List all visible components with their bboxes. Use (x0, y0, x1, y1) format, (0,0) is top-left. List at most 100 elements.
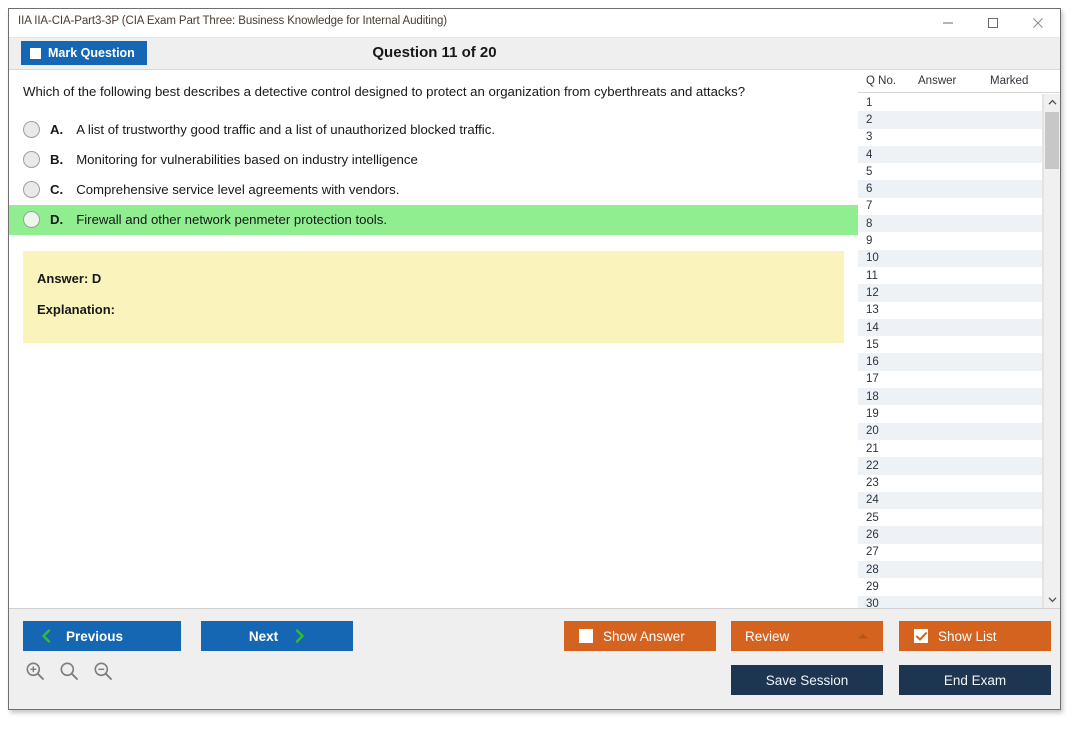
close-icon (1032, 18, 1043, 28)
scrollbar-thumb[interactable] (1045, 112, 1059, 169)
show-list-button[interactable]: Show List (899, 621, 1051, 651)
row-question-number: 8 (866, 217, 873, 230)
row-question-number: 13 (866, 304, 879, 317)
show-answer-checkbox[interactable] (579, 629, 593, 643)
question-list-row[interactable]: 12 (858, 284, 1042, 302)
option-d-letter: D. (50, 212, 64, 228)
question-list-row[interactable]: 17 (858, 371, 1042, 388)
exam-content: Which of the following best describes a … (9, 70, 1060, 608)
row-question-number: 10 (866, 252, 879, 265)
exam-footer: Previous Next Show Answer Review Show Li… (9, 608, 1060, 709)
question-list-row[interactable]: 20 (858, 422, 1042, 440)
option-b-letter: B. (50, 152, 64, 168)
option-b[interactable]: B. Monitoring for vulnerabilities based … (9, 145, 858, 175)
row-question-number: 14 (866, 321, 879, 334)
question-list-row[interactable]: 7 (858, 198, 1042, 215)
radio-d[interactable] (23, 211, 40, 229)
row-question-number: 4 (866, 148, 873, 161)
question-list-row[interactable]: 9 (858, 232, 1042, 249)
row-question-number: 22 (866, 459, 879, 472)
question-list-row[interactable]: 1 (858, 94, 1042, 111)
review-dropdown[interactable]: Review (731, 621, 883, 651)
row-question-number: 20 (866, 425, 879, 438)
question-list-row[interactable]: 29 (858, 578, 1042, 595)
row-question-number: 26 (866, 529, 879, 542)
chevron-left-icon (42, 629, 51, 643)
zoom-in-icon[interactable] (25, 661, 45, 681)
row-question-number: 6 (866, 183, 873, 196)
row-question-number: 3 (866, 131, 873, 144)
question-list-row[interactable]: 16 (858, 353, 1042, 371)
question-list-row[interactable]: 26 (858, 526, 1042, 544)
row-question-number: 27 (866, 546, 879, 559)
question-list-row[interactable]: 14 (858, 318, 1042, 337)
show-list-checkbox[interactable] (914, 629, 928, 643)
close-button[interactable] (1015, 9, 1060, 37)
question-list-row[interactable]: 11 (858, 267, 1042, 284)
show-answer-button[interactable]: Show Answer (564, 621, 716, 651)
question-list-row[interactable]: 24 (858, 491, 1042, 510)
question-text: Which of the following best describes a … (23, 84, 746, 99)
question-list-row[interactable]: 10 (858, 249, 1042, 267)
row-question-number: 21 (866, 442, 879, 455)
question-list-row[interactable]: 6 (858, 180, 1042, 198)
scroll-up-button[interactable] (1044, 94, 1060, 111)
question-list-body[interactable]: 1 2 3 4 5 6 7 8 9 10 11 12 13 14 15 16 17 18 19 20 21 22 23 24 2… (858, 94, 1043, 608)
radio-b[interactable] (23, 151, 40, 169)
question-list-row[interactable]: 2 (858, 111, 1042, 129)
next-button[interactable]: Next (201, 621, 353, 651)
question-list-row[interactable]: 28 (858, 561, 1042, 579)
question-list-row[interactable]: 25 (858, 509, 1042, 526)
option-c[interactable]: C. Comprehensive service level agreement… (9, 175, 858, 205)
previous-button[interactable]: Previous (23, 621, 181, 651)
answer-explanation-box: Answer: D Explanation: (23, 250, 844, 343)
zoom-reset-icon[interactable] (59, 661, 79, 681)
show-answer-label: Show Answer (603, 628, 685, 644)
option-c-text: Comprehensive service level agreements w… (76, 182, 400, 198)
question-list-row[interactable]: 4 (858, 145, 1042, 164)
radio-a[interactable] (23, 121, 40, 139)
chevron-down-icon (1048, 597, 1056, 603)
row-question-number: 9 (866, 235, 873, 248)
maximize-button[interactable] (970, 9, 1015, 37)
caret-up-icon (857, 632, 869, 640)
chevron-up-icon (1048, 99, 1056, 105)
row-question-number: 2 (866, 113, 873, 126)
row-question-number: 1 (866, 96, 873, 109)
question-list-row[interactable]: 13 (858, 302, 1042, 319)
question-list-row[interactable]: 22 (858, 457, 1042, 475)
row-question-number: 23 (866, 477, 879, 490)
option-b-text: Monitoring for vulnerabilities based on … (76, 152, 418, 168)
question-list-header: Q No. Answer Marked (858, 70, 1060, 93)
question-list-row[interactable]: 15 (858, 336, 1042, 353)
question-list-row[interactable]: 19 (858, 405, 1042, 422)
row-question-number: 19 (866, 407, 879, 420)
question-list-row[interactable]: 30 (858, 595, 1042, 608)
question-list-row[interactable]: 27 (858, 544, 1042, 561)
question-list-row[interactable]: 5 (858, 163, 1042, 180)
scroll-down-button[interactable] (1044, 591, 1060, 608)
end-exam-button[interactable]: End Exam (899, 665, 1051, 695)
zoom-out-icon[interactable] (93, 661, 113, 681)
question-list-row[interactable]: 3 (858, 129, 1042, 146)
next-label: Next (248, 628, 279, 644)
previous-label: Previous (66, 628, 124, 644)
question-list-scrollbar[interactable] (1043, 94, 1060, 608)
question-list-row[interactable]: 23 (858, 475, 1042, 492)
option-d[interactable]: D. Firewall and other network penmeter p… (9, 204, 858, 235)
save-session-button[interactable]: Save Session (731, 665, 883, 695)
row-question-number: 25 (866, 511, 879, 524)
minimize-button[interactable] (925, 9, 970, 37)
row-question-number: 11 (866, 269, 878, 282)
option-a[interactable]: A. A list of trustworthy good traffic an… (9, 115, 858, 145)
option-a-letter: A. (50, 122, 64, 138)
exam-subheader: Mark Question Question 11 of 20 (9, 38, 1060, 70)
question-list-row[interactable]: 18 (858, 388, 1042, 406)
row-question-number: 28 (866, 563, 879, 576)
question-list-row[interactable]: 21 (858, 440, 1042, 457)
row-question-number: 30 (866, 598, 879, 608)
row-question-number: 29 (866, 580, 879, 593)
question-list-row[interactable]: 8 (858, 215, 1042, 233)
radio-c[interactable] (23, 181, 40, 199)
option-c-letter: C. (50, 182, 64, 198)
